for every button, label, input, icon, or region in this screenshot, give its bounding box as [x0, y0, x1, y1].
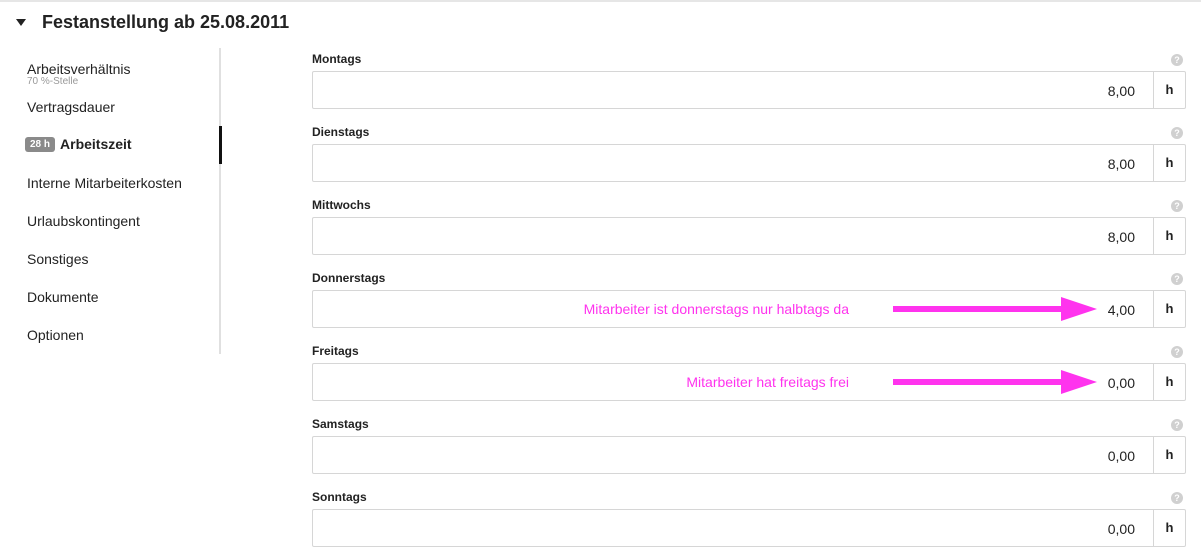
hours-input[interactable]: Mitarbeiter ist donnerstags nur halbtags… [312, 290, 1154, 328]
annotation-text: Mitarbeiter hat freitags frei [686, 374, 849, 390]
field-label: Sonntags [312, 490, 367, 504]
input-value: 8,00 [1107, 83, 1135, 99]
hours-badge: 28 h [25, 136, 56, 152]
field-label: Donnerstags [312, 271, 386, 285]
help-icon[interactable]: ? [1171, 492, 1183, 504]
sidebar-item-sonstiges[interactable]: Sonstiges [27, 251, 88, 267]
field-label: Freitags [312, 344, 359, 358]
field-montags: Montags ? 8,00 h [312, 50, 1186, 120]
field-samstags: Samstags ? 0,00 h [312, 415, 1186, 485]
arrow-right-icon [893, 370, 1097, 394]
input-value: 0,00 [1107, 448, 1135, 464]
hours-input[interactable]: 0,00 [312, 436, 1154, 474]
field-label: Montags [312, 52, 362, 66]
active-indicator [219, 126, 222, 164]
unit-addon: h [1154, 436, 1186, 474]
sidebar-item-label: Sonstiges [27, 251, 89, 267]
sidebar-item-dokumente[interactable]: Dokumente [27, 289, 99, 305]
sidebar-nav: Arbeitsverhältnis 70 %-Stelle Vertragsda… [0, 48, 222, 354]
field-dienstags: Dienstags ? 8,00 h [312, 123, 1186, 193]
arrow-right-icon [893, 297, 1097, 321]
input-value: 0,00 [1107, 521, 1135, 537]
help-icon[interactable]: ? [1171, 200, 1183, 212]
field-mittwochs: Mittwochs ? 8,00 h [312, 196, 1186, 266]
sidebar-item-urlaubskontingent[interactable]: Urlaubskontingent [27, 213, 140, 229]
annotation-text: Mitarbeiter ist donnerstags nur halbtags… [583, 301, 849, 317]
unit-addon: h [1154, 509, 1186, 547]
caret-down-icon[interactable] [16, 19, 26, 26]
unit-addon: h [1154, 363, 1186, 401]
sidebar-item-interne-mitarbeiterkosten[interactable]: Interne Mitarbeiterkosten [27, 175, 182, 191]
hours-input-group: 0,00 h [312, 509, 1186, 547]
field-label: Samstags [312, 417, 369, 431]
sidebar-divider [219, 48, 221, 354]
sidebar-item-label: Interne Mitarbeiterkosten [27, 175, 182, 191]
top-divider [0, 0, 1201, 2]
hours-input-group: 8,00 h [312, 71, 1186, 109]
section-header[interactable]: Festanstellung ab 25.08.2011 [16, 10, 289, 34]
unit-addon: h [1154, 217, 1186, 255]
help-icon[interactable]: ? [1171, 419, 1183, 431]
hours-input-group: Mitarbeiter ist donnerstags nur halbtags… [312, 290, 1186, 328]
sidebar-item-optionen[interactable]: Optionen [27, 327, 84, 343]
field-donnerstags: Donnerstags ? Mitarbeiter ist donnerstag… [312, 269, 1186, 339]
input-value: 8,00 [1107, 156, 1135, 172]
field-freitags: Freitags ? Mitarbeiter hat freitags frei… [312, 342, 1186, 412]
sidebar-item-sublabel: 70 %-Stelle [27, 76, 79, 87]
sidebar-item-label: Dokumente [27, 289, 99, 305]
unit-addon: h [1154, 144, 1186, 182]
sidebar-item-vertragsdauer[interactable]: Vertragsdauer [27, 99, 115, 115]
input-value: 0,00 [1107, 375, 1135, 391]
section-title: Festanstellung ab 25.08.2011 [42, 11, 290, 32]
field-label: Mittwochs [312, 198, 371, 212]
sidebar-item-arbeitszeit[interactable]: 28 h Arbeitszeit [25, 136, 132, 152]
help-icon[interactable]: ? [1171, 273, 1183, 285]
sidebar-item-label: Arbeitszeit [60, 136, 132, 152]
field-sonntags: Sonntags ? 0,00 h [312, 488, 1186, 556]
hours-input[interactable]: Mitarbeiter hat freitags frei 0,00 [312, 363, 1154, 401]
sidebar-item-label: Urlaubskontingent [27, 213, 140, 229]
sidebar-item-label: Arbeitsverhältnis [27, 61, 131, 77]
hours-input[interactable]: 8,00 [312, 144, 1154, 182]
input-value: 4,00 [1107, 302, 1135, 318]
hours-input-group: 8,00 h [312, 144, 1186, 182]
field-label: Dienstags [312, 125, 370, 139]
input-value: 8,00 [1107, 229, 1135, 245]
unit-addon: h [1154, 290, 1186, 328]
help-icon[interactable]: ? [1171, 346, 1183, 358]
help-icon[interactable]: ? [1171, 127, 1183, 139]
hours-input-group: Mitarbeiter hat freitags frei 0,00 h [312, 363, 1186, 401]
hours-input[interactable]: 0,00 [312, 509, 1154, 547]
hours-input-group: 0,00 h [312, 436, 1186, 474]
sidebar-item-label: Optionen [27, 327, 84, 343]
hours-input[interactable]: 8,00 [312, 217, 1154, 255]
sidebar-item-arbeitsverhaeltnis[interactable]: Arbeitsverhältnis 70 %-Stelle [27, 61, 131, 87]
help-icon[interactable]: ? [1171, 54, 1183, 66]
hours-input[interactable]: 8,00 [312, 71, 1154, 109]
sidebar-item-label: Vertragsdauer [27, 99, 115, 115]
unit-addon: h [1154, 71, 1186, 109]
hours-input-group: 8,00 h [312, 217, 1186, 255]
